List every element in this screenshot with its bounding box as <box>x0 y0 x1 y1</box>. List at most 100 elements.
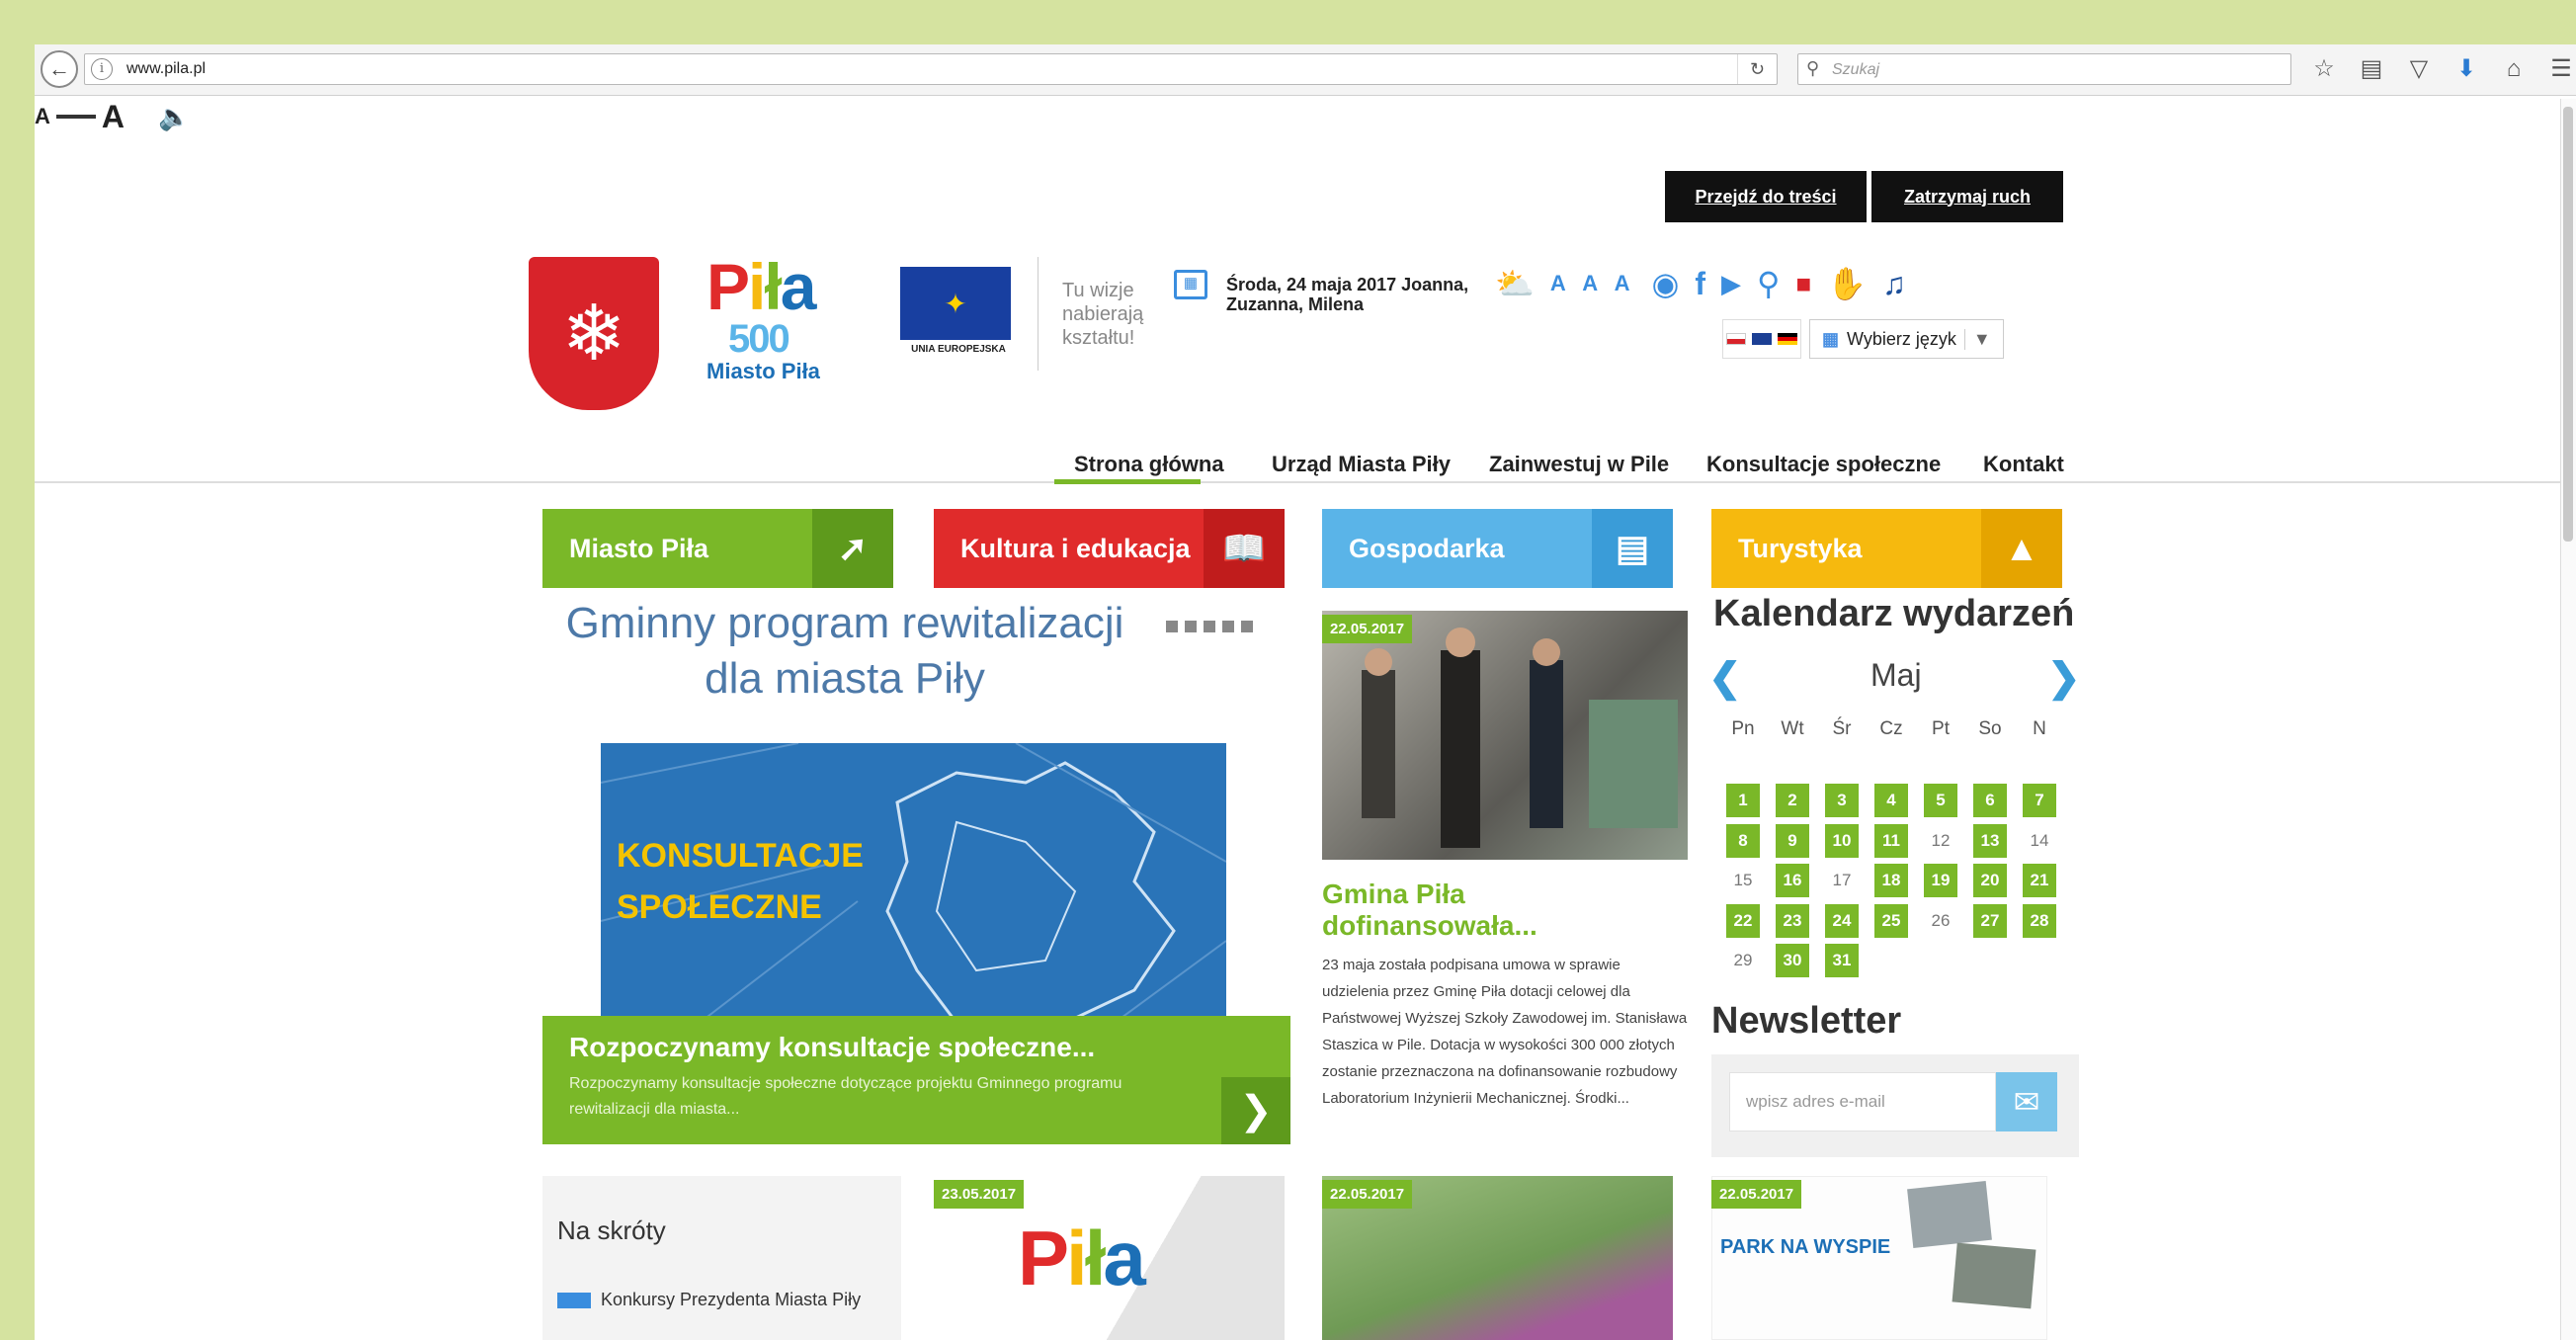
calendar-day[interactable]: 8 <box>1726 823 1760 858</box>
slider-caption[interactable]: Rozpoczynamy konsultacje społeczne... Ro… <box>542 1016 1290 1144</box>
calendar-day[interactable]: 5 <box>1924 784 1957 817</box>
calendar-day[interactable]: 16 <box>1776 864 1809 897</box>
tile-tourism[interactable]: Turystyka ▲ <box>1711 509 2062 588</box>
scrollbar[interactable] <box>2560 99 2576 1340</box>
contrast-eye-icon[interactable]: ◉ <box>1651 264 1679 303</box>
menu-icon[interactable]: ☰ <box>2544 52 2576 86</box>
newsletter-email-input[interactable]: wpisz adres e-mail <box>1729 1072 1996 1131</box>
hearing-icon[interactable]: ♫ <box>1882 264 1906 303</box>
language-select[interactable]: ▦ Wybierz język ▼ <box>1809 319 2004 359</box>
calendar-day[interactable]: 30 <box>1776 944 1809 977</box>
slider-image-map[interactable]: KONSULTACJE SPOŁECZNE <box>601 743 1226 1023</box>
font-size-slider[interactable] <box>55 115 96 119</box>
coat-of-arms-logo[interactable]: ❄ <box>529 257 659 410</box>
bookmark-star-icon[interactable]: ☆ <box>2307 52 2341 86</box>
slider-dot[interactable] <box>1241 621 1253 632</box>
calendar-day[interactable]: 11 <box>1874 823 1908 858</box>
calendar-next-button[interactable]: ❯ <box>2047 655 2081 701</box>
calendar-day[interactable]: 3 <box>1825 784 1859 817</box>
eu-logo[interactable]: ✦ UNIA EUROPEJSKA <box>900 267 1017 366</box>
url-text[interactable]: www.pila.pl <box>126 60 206 78</box>
skip-to-content-button[interactable]: Przejdź do treści <box>1665 171 1867 222</box>
calendar-day[interactable]: 28 <box>2023 903 2056 938</box>
news-photo[interactable] <box>1322 611 1688 860</box>
back-button[interactable]: ← <box>41 50 78 88</box>
slider-dot[interactable] <box>1185 621 1197 632</box>
flag-de-icon[interactable] <box>1778 333 1797 345</box>
calendar-day[interactable]: 20 <box>1973 864 2007 897</box>
chevron-right-icon: ❯ <box>1239 1089 1273 1132</box>
slider-dot[interactable] <box>1204 621 1215 632</box>
calendar-day[interactable]: 9 <box>1776 823 1809 858</box>
pocket-icon[interactable]: ▽ <box>2402 52 2436 86</box>
facebook-icon[interactable]: f <box>1695 264 1705 303</box>
newsletter-submit-button[interactable]: ✉ <box>1996 1072 2057 1131</box>
url-bar[interactable]: i www.pila.pl ↻ <box>84 53 1778 85</box>
nav-item-contact[interactable]: Kontakt <box>1983 420 2064 509</box>
flag-en-icon[interactable] <box>1752 333 1772 345</box>
tile-economy[interactable]: Gospodarka ▤ <box>1322 509 1673 588</box>
news-title[interactable]: Gmina Piła dofinansowała... <box>1322 879 1638 942</box>
slider-dots[interactable] <box>1166 621 1253 632</box>
shortcut-item[interactable]: Konkursy Prezydenta Miasta Piły <box>557 1290 861 1310</box>
slider-next-button[interactable]: ❯ <box>1221 1077 1290 1144</box>
tile-culture-education[interactable]: Kultura i edukacja 📖 <box>934 509 1285 588</box>
calendar-day[interactable]: 10 <box>1825 823 1859 858</box>
slider-caption-title[interactable]: Rozpoczynamy konsultacje społeczne... <box>569 1032 1095 1063</box>
calendar-day[interactable]: 13 <box>1973 823 2007 858</box>
calendar-day[interactable]: 1 <box>1726 784 1760 817</box>
nav-item-home[interactable]: Strona główna <box>1074 420 1224 509</box>
book-icon: 📖 <box>1204 509 1285 588</box>
nav-active-indicator <box>1054 479 1201 484</box>
font-size-toggle[interactable]: A A A <box>1550 264 1636 303</box>
nav-divider <box>35 481 2576 483</box>
calendar-day[interactable]: 23 <box>1776 903 1809 938</box>
youtube-icon[interactable]: ▶ <box>1721 264 1741 303</box>
reading-list-icon[interactable]: ▤ <box>2355 52 2388 86</box>
calendar-day[interactable]: 31 <box>1825 944 1859 977</box>
nav-item-consultations[interactable]: Konsultacje społeczne <box>1706 420 1941 509</box>
speaker-icon[interactable]: 🔈 <box>158 102 190 132</box>
nav-item-invest[interactable]: Zainwestuj w Pile <box>1489 420 1669 509</box>
calendar-prev-button[interactable]: ❮ <box>1708 655 1742 701</box>
calendar-month: Maj <box>1870 657 1922 693</box>
sign-language-icon[interactable]: ✋ <box>1827 264 1867 303</box>
flag-pl-icon[interactable] <box>1726 333 1746 345</box>
pila-500-logo[interactable]: Piła 500 Miasto Piła <box>706 254 855 383</box>
slider-dot[interactable] <box>1166 621 1178 632</box>
bip-icon[interactable]: ■ <box>1795 264 1811 303</box>
browser-search-input[interactable]: ⚲ Szukaj <box>1797 53 2291 85</box>
calendar-day[interactable]: 18 <box>1874 864 1908 897</box>
calendar-day[interactable]: 19 <box>1924 864 1957 897</box>
slider-dot[interactable] <box>1222 621 1234 632</box>
calendar-day[interactable]: 2 <box>1776 784 1809 817</box>
font-larger-button[interactable]: A <box>102 99 125 135</box>
calendar-day[interactable]: 21 <box>2023 864 2056 897</box>
tile-label: Turystyka <box>1738 533 1863 563</box>
calendar-day[interactable]: 22 <box>1726 903 1760 938</box>
calendar-day[interactable]: 25 <box>1874 903 1908 938</box>
calendar-day: 29 <box>1733 951 1753 969</box>
calendar-day[interactable]: 4 <box>1874 784 1908 817</box>
language-select-label: Wybierz język <box>1847 328 1956 349</box>
tile-miasto-pila[interactable]: Miasto Piła ➚ <box>542 509 893 588</box>
font-smaller-button[interactable]: A <box>35 104 50 129</box>
search-icon[interactable]: ⚲ <box>1757 264 1780 303</box>
info-icon[interactable]: i <box>91 58 113 80</box>
download-icon[interactable]: ⬇ <box>2450 52 2483 86</box>
nav-item-city-hall[interactable]: Urząd Miasta Piły <box>1272 420 1451 509</box>
calendar-day[interactable]: 27 <box>1973 903 2007 938</box>
toolbar-icons: ☆ ▤ ▽ ⬇ ⌂ ☰ <box>2307 52 2576 86</box>
chevron-down-icon: ▼ <box>1963 328 1991 350</box>
home-icon[interactable]: ⌂ <box>2497 52 2531 86</box>
tile-label: Miasto Piła <box>569 533 709 563</box>
reload-icon[interactable]: ↻ <box>1737 54 1777 84</box>
weather-icon[interactable]: ⛅ <box>1495 264 1535 303</box>
scrollbar-thumb[interactable] <box>2563 107 2573 542</box>
calendar-day: 26 <box>1931 910 1951 930</box>
language-flags[interactable] <box>1722 319 1801 359</box>
calendar-day[interactable]: 7 <box>2023 784 2056 817</box>
stop-motion-button[interactable]: Zatrzymaj ruch <box>1871 171 2063 222</box>
calendar-day[interactable]: 24 <box>1825 903 1859 938</box>
calendar-day[interactable]: 6 <box>1973 784 2007 817</box>
